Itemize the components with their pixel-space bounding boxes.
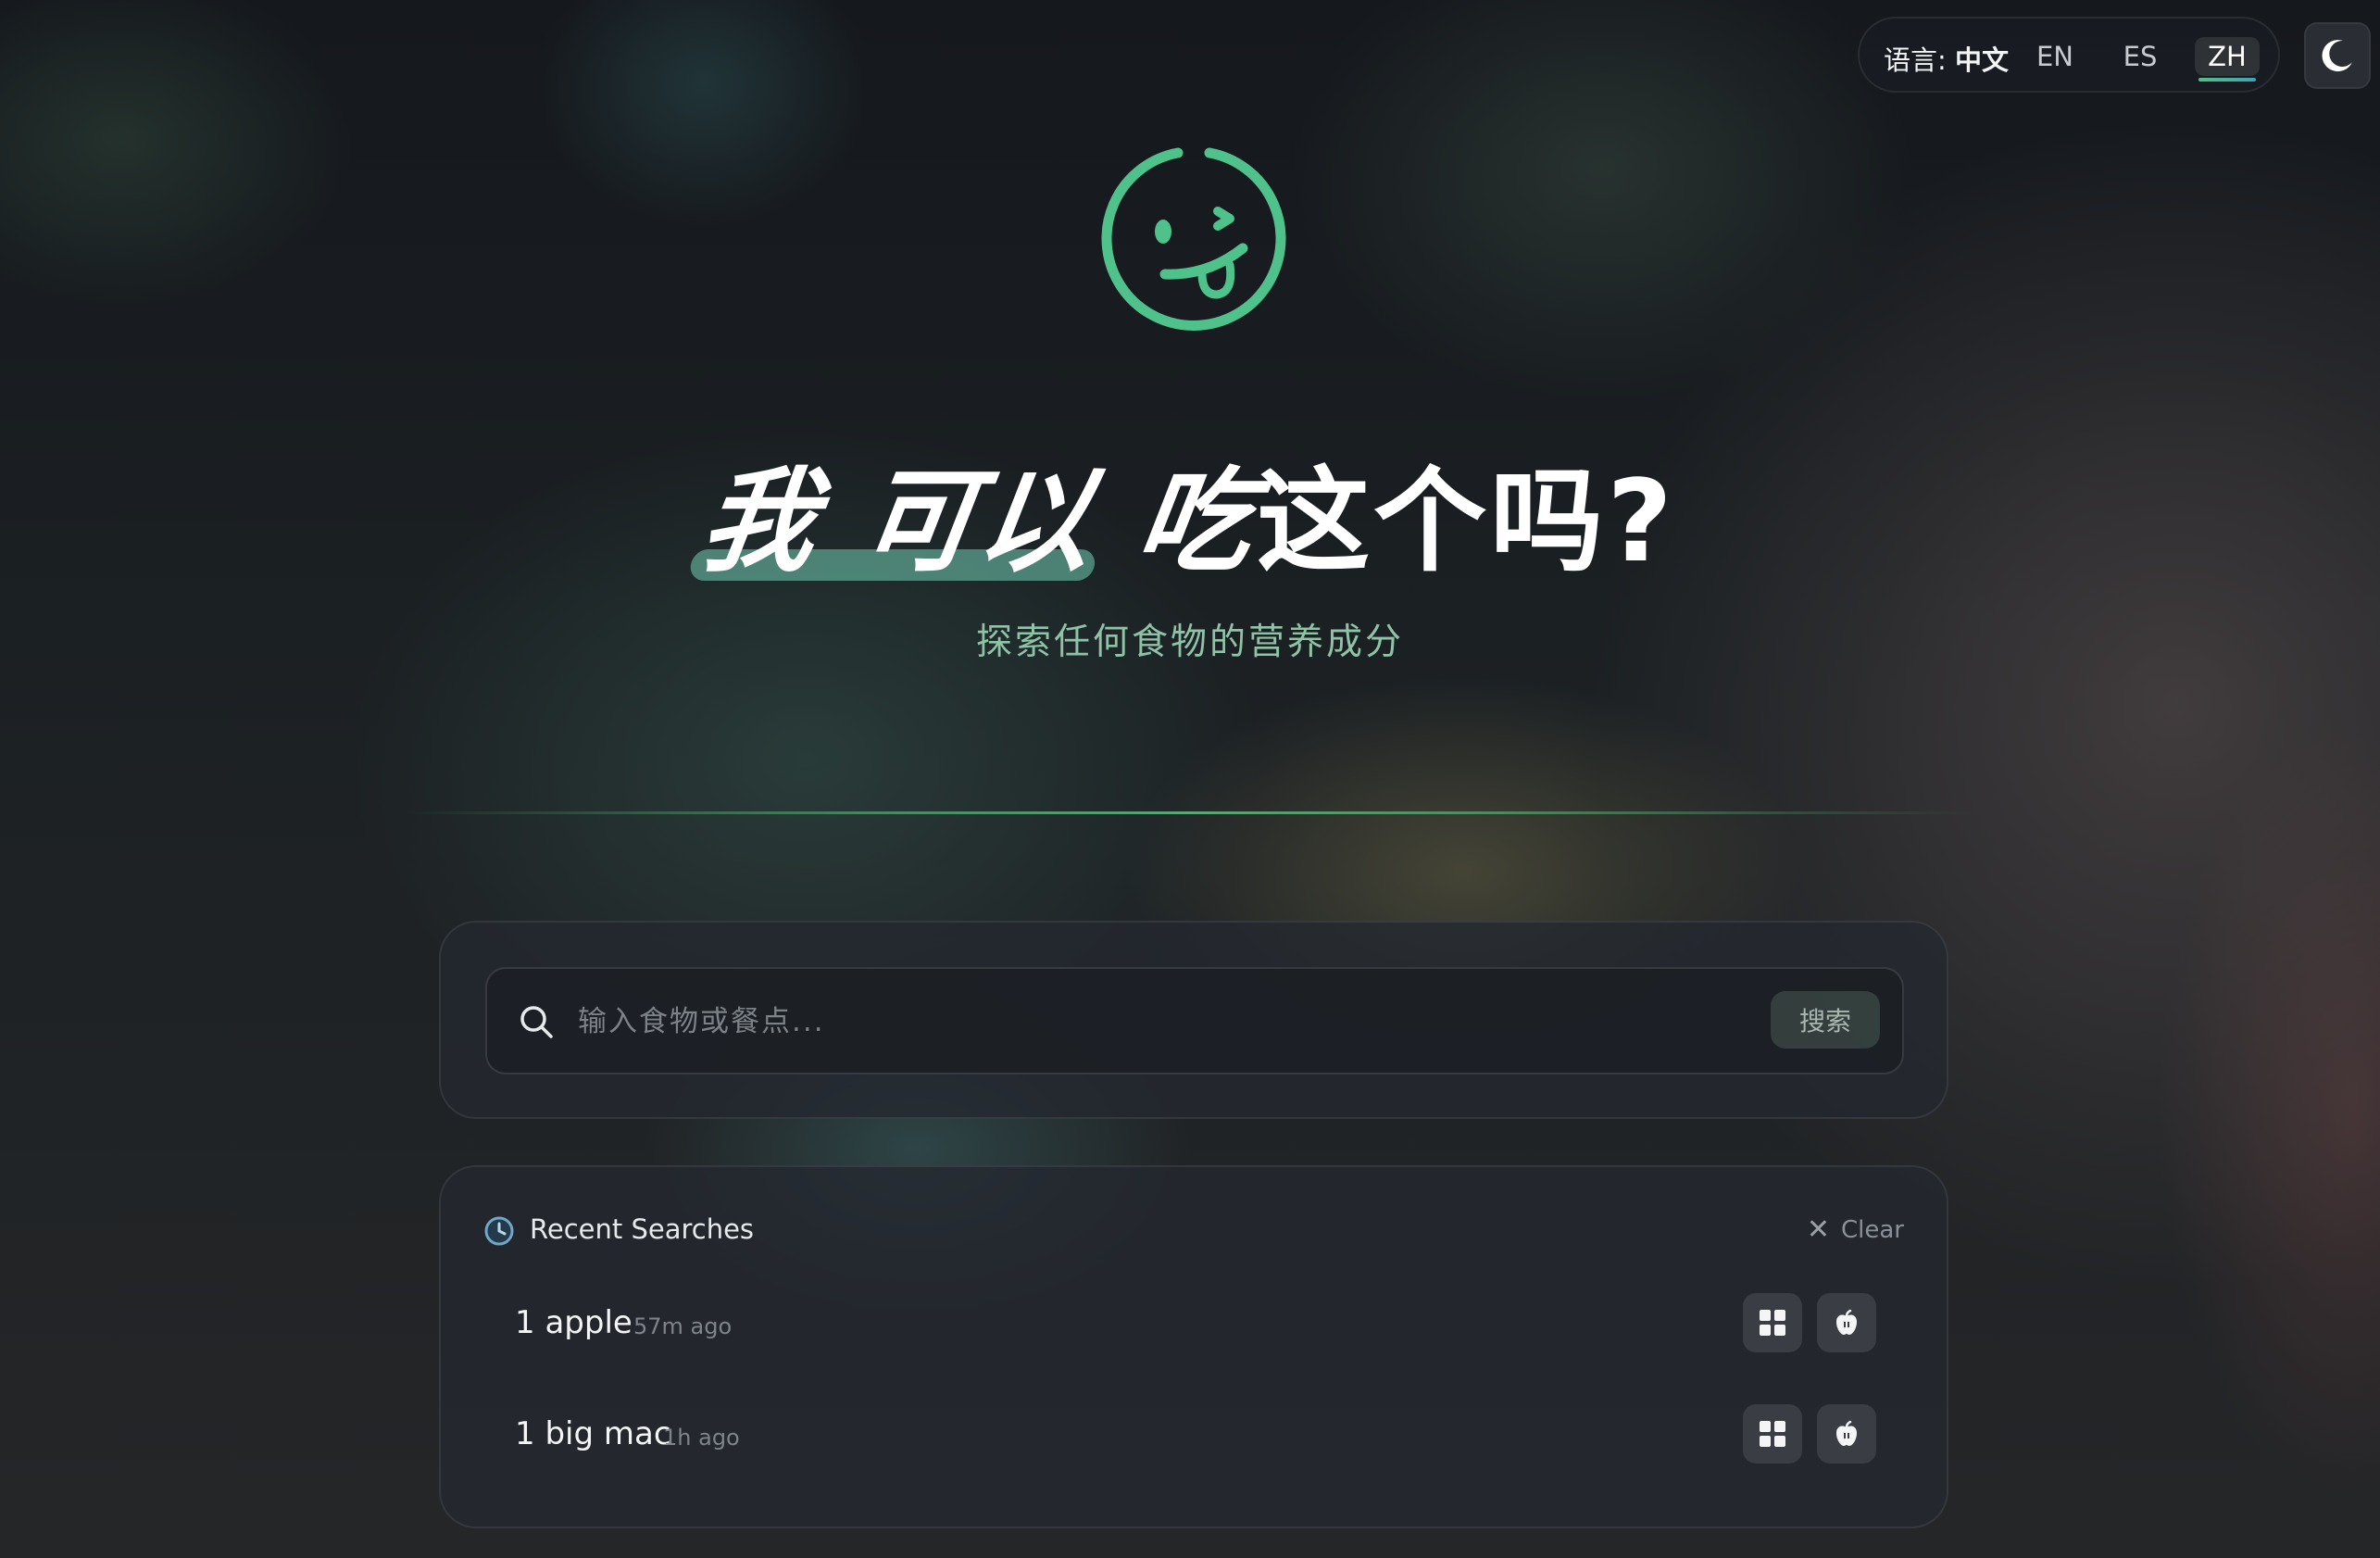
title-question-mark: ? bbox=[1607, 456, 1676, 587]
clear-history-button[interactable]: ✕ Clear bbox=[1807, 1213, 1904, 1246]
search-icon bbox=[520, 1006, 553, 1038]
grid-icon bbox=[1760, 1310, 1785, 1336]
apple-icon bbox=[1836, 1420, 1857, 1446]
apple-button[interactable] bbox=[1817, 1404, 1876, 1464]
search-button[interactable]: 搜索 bbox=[1771, 991, 1880, 1049]
smiley-tongue-icon bbox=[1101, 147, 1286, 331]
title-highlight: 我 可以 bbox=[693, 430, 1109, 594]
language-option-es[interactable]: ES bbox=[2108, 37, 2173, 76]
page-title: 我 可以 吃这个吗? bbox=[0, 430, 2380, 594]
clear-label: Clear bbox=[1841, 1215, 1904, 1244]
recent-searches-title: Recent Searches bbox=[530, 1213, 755, 1245]
search-box: 搜索 bbox=[485, 967, 1904, 1074]
recent-searches-card: Recent Searches ✕ Clear 1 apple 57m ago bbox=[439, 1165, 1948, 1528]
search-input[interactable] bbox=[576, 991, 1691, 1052]
section-divider bbox=[407, 811, 1973, 814]
close-icon: ✕ bbox=[1806, 1213, 1830, 1246]
recent-search-name: 1 apple bbox=[515, 1304, 633, 1341]
current-language: 中文 bbox=[1955, 44, 2010, 76]
grid-view-button[interactable] bbox=[1743, 1404, 1802, 1464]
search-card: 搜索 bbox=[439, 921, 1948, 1119]
clock-icon bbox=[484, 1216, 514, 1246]
apple-icon bbox=[1836, 1309, 1857, 1335]
recent-search-time: 57m ago bbox=[633, 1313, 733, 1339]
language-label: 语言: 中文 bbox=[1884, 44, 2010, 76]
row-actions bbox=[1743, 1404, 1876, 1464]
language-switcher: 语言: 中文 EN ES ZH bbox=[1858, 17, 2280, 93]
recent-search-item[interactable]: 1 big mac 1h ago bbox=[515, 1404, 1876, 1467]
theme-toggle-button[interactable] bbox=[2304, 22, 2371, 89]
recent-search-item[interactable]: 1 apple 57m ago bbox=[515, 1293, 1876, 1356]
title-rest: 这个吗 bbox=[1257, 456, 1608, 587]
grid-view-button[interactable] bbox=[1743, 1293, 1802, 1352]
apple-button[interactable] bbox=[1817, 1293, 1876, 1352]
recent-search-time: 1h ago bbox=[663, 1425, 740, 1451]
recent-search-name: 1 big mac bbox=[515, 1415, 671, 1452]
language-option-en[interactable]: EN bbox=[2023, 37, 2087, 76]
moon-icon bbox=[2322, 40, 2352, 72]
title-verb: 吃 bbox=[1129, 456, 1265, 587]
grid-icon bbox=[1760, 1421, 1785, 1447]
language-option-zh[interactable]: ZH bbox=[2195, 37, 2260, 82]
page-subtitle: 探索任何食物的营养成分 bbox=[975, 622, 1404, 663]
row-actions bbox=[1743, 1293, 1876, 1352]
